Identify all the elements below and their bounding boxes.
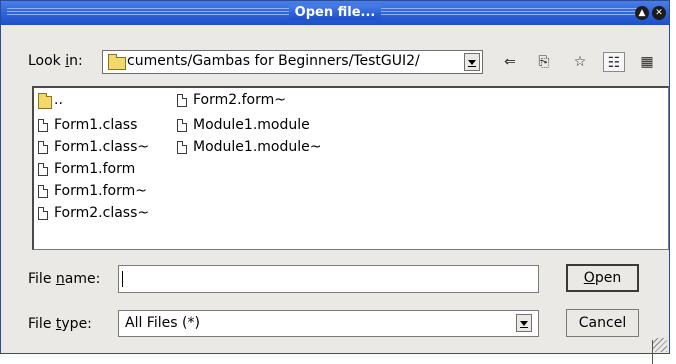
- look-in-label: Look in:: [28, 53, 83, 69]
- close-icon[interactable]: ✕: [652, 6, 666, 20]
- new-folder-icon[interactable]: ☆: [569, 52, 591, 72]
- shade-icon[interactable]: ▲: [635, 6, 649, 20]
- cancel-button[interactable]: Cancel: [566, 309, 639, 337]
- title-bar[interactable]: Open file... ▲ ✕: [1, 1, 669, 25]
- look-in-combobox[interactable]: cuments/Gambas for Beginners/TestGUI2/: [102, 50, 483, 74]
- file-icon: [38, 119, 48, 132]
- file-icon: [177, 119, 187, 132]
- list-view-icon[interactable]: ▦: [636, 52, 658, 72]
- open-button[interactable]: Open: [566, 264, 639, 292]
- file-icon: [38, 185, 48, 198]
- list-item-label: Form2.form~: [193, 92, 286, 108]
- file-icon: [177, 141, 187, 154]
- file-icon: [38, 163, 48, 176]
- text-caret: [122, 271, 123, 287]
- folder-icon: [108, 54, 126, 70]
- list-item-label: ..: [54, 92, 63, 108]
- file-type-select[interactable]: All Files (*): [118, 310, 539, 337]
- detail-view-icon[interactable]: ☷: [603, 52, 625, 72]
- file-type-dropdown-button[interactable]: [516, 314, 532, 332]
- window-title: Open file...: [288, 5, 382, 20]
- file-list[interactable]: .. Form1.class Form1.class~ Form1.form F…: [32, 86, 669, 250]
- list-item-label: Module1.module~: [193, 139, 322, 155]
- list-item-label: Form1.class~: [54, 139, 150, 155]
- file-type-value: All Files (*): [125, 315, 200, 331]
- file-icon: [38, 207, 48, 220]
- list-item-label: Form2.class~: [54, 205, 150, 221]
- list-item-label: Form1.class: [54, 117, 138, 133]
- list-item-label: Module1.module: [193, 117, 310, 133]
- look-in-dropdown-button[interactable]: [464, 53, 480, 71]
- resize-grip-icon[interactable]: [653, 338, 667, 352]
- open-file-dialog: Open file... ▲ ✕ Look in: cuments/Gambas…: [0, 0, 670, 354]
- file-name-label: File name:: [28, 271, 101, 287]
- back-arrow-icon[interactable]: ⇐: [499, 52, 521, 72]
- file-icon: [177, 94, 187, 107]
- file-name-field[interactable]: [118, 265, 539, 293]
- file-type-label: File type:: [28, 316, 92, 332]
- look-in-path: cuments/Gambas for Beginners/TestGUI2/: [127, 53, 420, 69]
- parent-folder-icon[interactable]: ⎘: [533, 52, 555, 72]
- list-item-label: Form1.form~: [54, 183, 147, 199]
- folder-icon: [38, 93, 52, 109]
- list-item-label: Form1.form: [54, 161, 136, 177]
- file-icon: [38, 141, 48, 154]
